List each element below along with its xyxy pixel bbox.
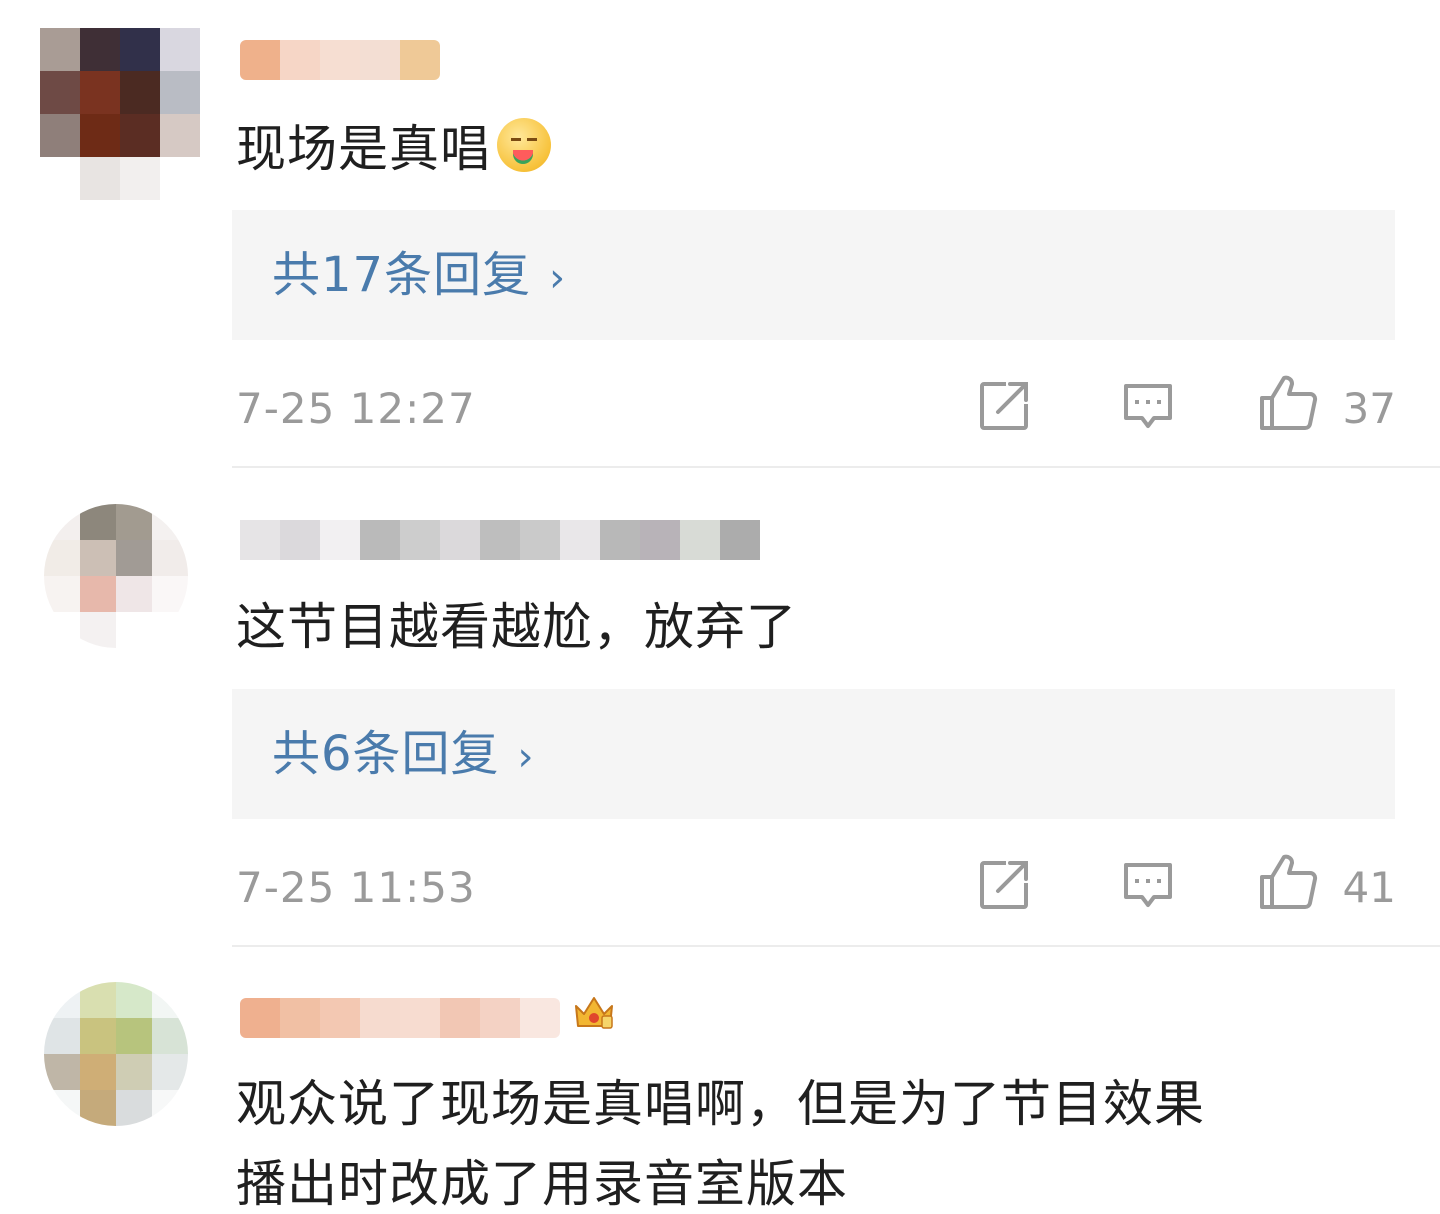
- replies-count-label: 共6条回复: [272, 726, 500, 782]
- divider: [232, 466, 1440, 468]
- view-replies-link[interactable]: 共17条回复 ›: [272, 210, 566, 340]
- comment-text-content: 现场是真唱: [236, 120, 491, 178]
- username[interactable]: [240, 40, 440, 80]
- chevron-right-icon: ›: [549, 255, 567, 301]
- avatar[interactable]: [44, 504, 188, 648]
- comment-text-line-2: 播出时改成了用录音室版本: [236, 1155, 848, 1213]
- like-count: 37: [1342, 384, 1396, 433]
- like-count: 41: [1342, 863, 1396, 912]
- replies-box[interactable]: 共6条回复 ›: [232, 689, 1395, 819]
- comment-text: 这节目越看越尬，放弃了: [236, 598, 797, 656]
- username[interactable]: [240, 998, 560, 1038]
- comment-icon[interactable]: [1120, 378, 1176, 434]
- timestamp: 7-25 12:27: [236, 384, 476, 433]
- comment-text-line-1: 观众说了现场是真唱啊，但是为了节目效果: [236, 1075, 1205, 1133]
- username[interactable]: [240, 520, 760, 560]
- drooling-emoji-icon: [497, 118, 551, 172]
- comment-text: 现场是真唱: [236, 118, 551, 179]
- share-icon[interactable]: [976, 378, 1032, 434]
- thumbs-up-icon[interactable]: [1258, 372, 1320, 434]
- thumbs-up-icon[interactable]: [1258, 851, 1320, 913]
- avatar[interactable]: [44, 982, 188, 1126]
- view-replies-link[interactable]: 共6条回复 ›: [272, 689, 535, 819]
- divider: [232, 945, 1440, 947]
- chevron-right-icon: ›: [517, 734, 535, 780]
- share-icon[interactable]: [976, 857, 1032, 913]
- comment-meta: 7-25 12:27 37: [236, 375, 1396, 438]
- comment-meta: 7-25 11:53 41: [236, 854, 1396, 917]
- crown-badge-icon: [575, 997, 613, 1029]
- avatar[interactable]: [40, 28, 200, 200]
- replies-count-label: 共17条回复: [272, 247, 532, 303]
- timestamp: 7-25 11:53: [236, 863, 476, 912]
- comment-icon[interactable]: [1120, 857, 1176, 913]
- replies-box[interactable]: 共17条回复 ›: [232, 210, 1395, 340]
